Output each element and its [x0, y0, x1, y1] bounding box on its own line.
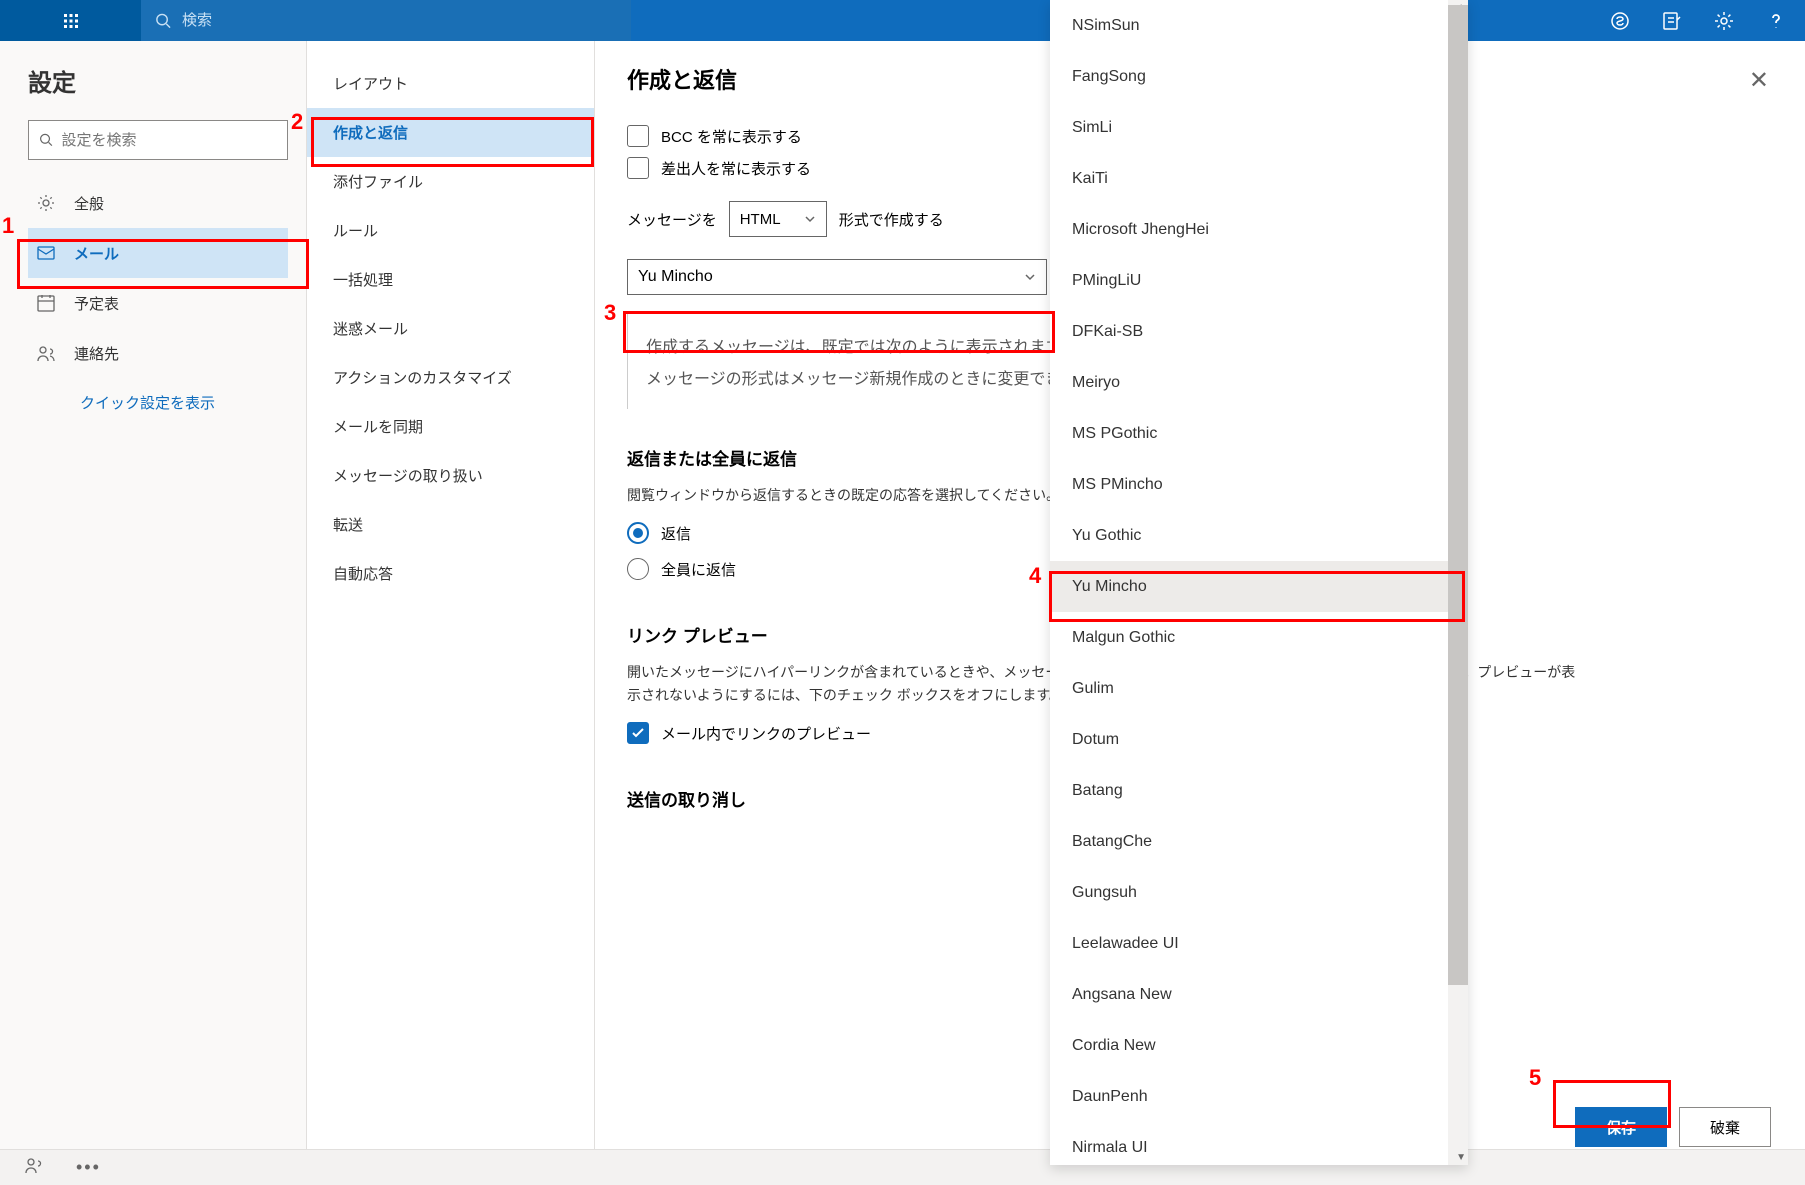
font-option[interactable]: Dotum	[1050, 714, 1468, 765]
app-launcher-button[interactable]	[0, 0, 141, 41]
annotation-label-4: 4	[1029, 563, 1041, 589]
sub-sync-mail[interactable]: メールを同期	[307, 402, 594, 451]
font-option[interactable]: Microsoft JhengHei	[1050, 204, 1468, 255]
dropdown-value: Yu Mincho	[638, 268, 713, 286]
people-icon[interactable]	[24, 1155, 44, 1180]
settings-search-input[interactable]	[61, 132, 277, 149]
people-icon	[36, 343, 56, 363]
sub-customize-actions[interactable]: アクションのカスタマイズ	[307, 353, 594, 402]
notes-icon[interactable]	[1661, 10, 1683, 32]
radio-icon	[627, 522, 649, 544]
checkbox-icon	[627, 157, 649, 179]
close-button[interactable]: ✕	[1749, 66, 1769, 95]
nav-label: メール	[74, 243, 119, 264]
font-option[interactable]: Yu Gothic	[1050, 510, 1468, 561]
nav-general[interactable]: 全般	[28, 178, 288, 228]
annotation-label-2: 2	[291, 109, 303, 135]
font-option-selected[interactable]: Yu Mincho	[1050, 561, 1468, 612]
checkbox-icon	[627, 125, 649, 147]
topbar-actions	[1609, 10, 1805, 32]
annotation-label-1: 1	[2, 213, 14, 239]
mail-settings-sidebar: レイアウト 作成と返信 添付ファイル ルール 一括処理 迷惑メール アクションの…	[307, 41, 595, 1156]
message-format-suffix: 形式で作成する	[839, 209, 944, 230]
font-dropdown-list[interactable]: ▲ ▼ NSimSun FangSong SimLi KaiTi Microso…	[1050, 0, 1468, 1165]
chevron-down-icon	[1024, 271, 1036, 283]
radio-icon	[627, 558, 649, 580]
font-dropdown[interactable]: Yu Mincho	[627, 259, 1047, 295]
sub-compose-reply[interactable]: 作成と返信	[307, 108, 594, 157]
nav-label: 全般	[74, 193, 104, 214]
sub-layout[interactable]: レイアウト	[307, 59, 594, 108]
sub-rules[interactable]: ルール	[307, 206, 594, 255]
checkbox-label: 差出人を常に表示する	[661, 158, 811, 179]
global-search[interactable]	[141, 0, 631, 41]
sub-sweep[interactable]: 一括処理	[307, 255, 594, 304]
more-icon[interactable]: •••	[76, 1157, 101, 1178]
scroll-down-arrow[interactable]: ▼	[1456, 1152, 1466, 1163]
font-option[interactable]: Leelawadee UI	[1050, 918, 1468, 969]
nav-label: 連絡先	[74, 343, 119, 364]
gear-icon	[36, 193, 56, 213]
font-option[interactable]: DFKai-SB	[1050, 306, 1468, 357]
help-icon[interactable]	[1765, 10, 1787, 32]
settings-search[interactable]	[28, 120, 288, 160]
top-bar	[0, 0, 1805, 41]
global-search-input[interactable]	[182, 12, 617, 29]
mail-icon	[36, 243, 56, 263]
nav-label: 予定表	[74, 293, 119, 314]
annotation-label-5: 5	[1529, 1065, 1541, 1091]
font-option[interactable]: MS PMincho	[1050, 459, 1468, 510]
nav-contacts[interactable]: 連絡先	[28, 328, 288, 378]
font-option[interactable]: Malgun Gothic	[1050, 612, 1468, 663]
nav-mail[interactable]: メール	[28, 228, 288, 278]
checkbox-label: BCC を常に表示する	[661, 126, 802, 147]
search-icon	[39, 132, 53, 148]
chevron-down-icon	[804, 213, 816, 225]
font-option[interactable]: Gulim	[1050, 663, 1468, 714]
font-option[interactable]: BatangChe	[1050, 816, 1468, 867]
settings-title: 設定	[28, 63, 288, 98]
calendar-icon	[36, 293, 56, 313]
font-option[interactable]: Gungsuh	[1050, 867, 1468, 918]
nav-calendar[interactable]: 予定表	[28, 278, 288, 328]
sub-junk[interactable]: 迷惑メール	[307, 304, 594, 353]
scrollbar-track[interactable]: ▲ ▼	[1448, 0, 1468, 1165]
font-option[interactable]: Batang	[1050, 765, 1468, 816]
sub-attachments[interactable]: 添付ファイル	[307, 157, 594, 206]
checkbox-icon	[627, 722, 649, 744]
font-option[interactable]: DaunPenh	[1050, 1071, 1468, 1122]
quick-settings-link[interactable]: クイック設定を表示	[28, 378, 288, 413]
font-option[interactable]: SimLi	[1050, 102, 1468, 153]
bottom-bar: •••	[0, 1149, 1805, 1185]
font-option[interactable]: KaiTi	[1050, 153, 1468, 204]
radio-label: 全員に返信	[661, 559, 736, 580]
save-button[interactable]: 保存	[1575, 1107, 1667, 1147]
settings-sidebar: 設定 全般 メール 予定表 連絡先 クイック設定を表示	[0, 41, 307, 1156]
message-format-dropdown[interactable]: HTML	[729, 201, 827, 237]
annotation-label-3: 3	[604, 300, 616, 326]
font-option[interactable]: PMingLiU	[1050, 255, 1468, 306]
gear-icon[interactable]	[1713, 10, 1735, 32]
dropdown-value: HTML	[740, 211, 781, 228]
radio-label: 返信	[661, 523, 691, 544]
message-format-prefix: メッセージを	[627, 209, 717, 230]
discard-button[interactable]: 破棄	[1679, 1107, 1771, 1147]
font-option[interactable]: MS PGothic	[1050, 408, 1468, 459]
font-option[interactable]: Meiryo	[1050, 357, 1468, 408]
font-option[interactable]: Angsana New	[1050, 969, 1468, 1020]
checkbox-label: メール内でリンクのプレビュー	[661, 723, 871, 744]
footer-buttons: 保存 破棄	[1575, 1107, 1771, 1147]
font-option[interactable]: NSimSun	[1050, 0, 1468, 51]
sub-auto-reply[interactable]: 自動応答	[307, 549, 594, 598]
font-option[interactable]: Cordia New	[1050, 1020, 1468, 1071]
skype-icon[interactable]	[1609, 10, 1631, 32]
sub-forwarding[interactable]: 転送	[307, 500, 594, 549]
sub-message-handling[interactable]: メッセージの取り扱い	[307, 451, 594, 500]
font-option[interactable]: FangSong	[1050, 51, 1468, 102]
search-icon	[155, 12, 172, 30]
scrollbar-thumb[interactable]	[1448, 5, 1468, 985]
font-option[interactable]: Nirmala UI	[1050, 1122, 1468, 1165]
